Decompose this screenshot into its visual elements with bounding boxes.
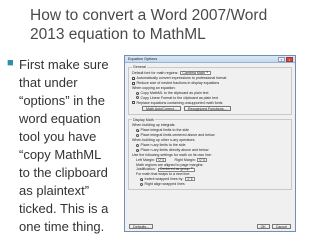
default-font-select[interactable]: Cambria Math ▼ (180, 71, 211, 76)
indent-wrapped-label: Indent wrapped lines by: (144, 177, 184, 182)
general-group: General Default font for math regions: C… (128, 65, 292, 116)
use-following-label: Use the following settings for math on i… (132, 152, 212, 157)
help-button[interactable]: ? (278, 57, 285, 62)
integrals-opt1-label: Place integral limits to the side (140, 128, 190, 133)
copy-linear-label: Copy Linear Format to the clipboard as p… (140, 95, 219, 100)
nary-label: When building up other n-ary operators: (132, 138, 196, 143)
when-copying-label: When copying an equation: (132, 85, 176, 90)
titlebar-buttons: ? × (278, 57, 293, 62)
footer-right-buttons: OK Cancel (256, 223, 291, 229)
right-margin-label: Right Margin: (174, 157, 196, 162)
left-margin-label: Left Margin: (136, 157, 155, 162)
justification-select[interactable]: Centered as group ▼ (157, 167, 196, 172)
nary-opt2-label: Place n-ary limits directly above and be… (140, 147, 209, 152)
bullet-item: ■ First make sure that under “options” i… (4, 56, 114, 236)
indent-stepper[interactable]: 1" ⇕ (184, 177, 195, 182)
justification-value: Centered as group (159, 167, 190, 172)
general-group-label: General (132, 65, 147, 70)
copy-mathml-label: Copy MathML to the clipboard as plain te… (140, 90, 209, 95)
ok-button[interactable]: OK (256, 223, 270, 229)
integrals-opt2-label: Place integral limits centered above and… (140, 133, 215, 138)
right-align-label: Right align wrapped lines (144, 182, 185, 187)
display-math-group-label: Display Math (132, 117, 155, 123)
integrals-label: When building up integrals: (132, 123, 176, 128)
equation-options-dialog: Equation Options ? × General Default fon… (124, 55, 296, 232)
recognized-functions-button[interactable]: Recognized Functions... (183, 106, 231, 112)
chevron-down-icon: ▼ (205, 71, 209, 75)
radio-unselected-icon[interactable] (136, 133, 139, 137)
math-regions-label: Math regions are aligned to page margins… (136, 162, 204, 167)
radio-unselected-icon[interactable] (136, 96, 139, 100)
spin-arrows-icon: ⇕ (202, 157, 206, 162)
dialog-title: Equation Options (128, 57, 158, 61)
replace-equations-label: Replace equations containing unsupported… (136, 100, 223, 105)
radio-unselected-icon[interactable] (136, 143, 139, 147)
right-align-row[interactable]: Right align wrapped lines (132, 182, 288, 187)
math-autocorrect-button[interactable]: Math AutoCorrect... (142, 106, 181, 112)
radio-selected-icon[interactable] (136, 148, 139, 152)
defaults-button[interactable]: Defaults... (129, 223, 154, 229)
dialog-titlebar: Equation Options ? × (125, 56, 295, 63)
reduce-size-label: Reduce size of nested fractions in displ… (136, 81, 220, 86)
spin-arrows-icon: ⇕ (161, 157, 165, 162)
nary-opt1-label: Place n-ary limits to the side (140, 143, 186, 148)
right-margin-stepper[interactable]: 0" ⇕ (197, 157, 208, 162)
general-buttons: Math AutoCorrect... Recognized Functions… (132, 106, 288, 112)
close-button[interactable]: × (286, 57, 293, 62)
title-line-1: How to convert a Word 2007/Word (30, 7, 268, 24)
title-line-2: 2013 equation to MathML (30, 26, 206, 43)
checkbox-checked-icon[interactable]: ✓ (132, 76, 135, 80)
default-font-label: Default font for math regions: (132, 71, 179, 76)
spin-arrows-icon: ⇕ (190, 177, 194, 182)
auto-convert-label: Automatically convert expressions to pro… (136, 76, 227, 81)
cancel-button[interactable]: Cancel (271, 223, 291, 229)
left-margin-stepper[interactable]: 0" ⇕ (156, 157, 167, 162)
dialog-footer: Defaults... OK Cancel (125, 221, 295, 231)
chevron-down-icon: ▼ (190, 167, 194, 171)
radio-selected-icon[interactable] (140, 177, 143, 181)
bullet-marker-icon: ■ (7, 57, 14, 69)
radio-unselected-icon[interactable] (140, 182, 143, 186)
display-math-group: Display Math When building up integrals:… (128, 117, 292, 190)
checkbox-checked-icon[interactable]: ✓ (132, 81, 135, 85)
default-font-value: Cambria Math (182, 71, 205, 76)
justification-label: Justification: (136, 167, 156, 172)
radio-selected-icon[interactable] (136, 129, 139, 133)
replace-equations-row[interactable]: Replace equations containing unsupported… (132, 100, 288, 105)
slide-title: How to convert a Word 2007/Word 2013 equ… (30, 6, 315, 44)
checkbox-unchecked-icon[interactable] (132, 101, 135, 105)
wrap-label: For math that wraps to a new line: (136, 172, 191, 177)
bullet-text: First make sure that under “options” in … (19, 57, 109, 234)
bullet-list: ■ First make sure that under “options” i… (4, 56, 114, 236)
radio-selected-icon[interactable] (136, 91, 139, 95)
